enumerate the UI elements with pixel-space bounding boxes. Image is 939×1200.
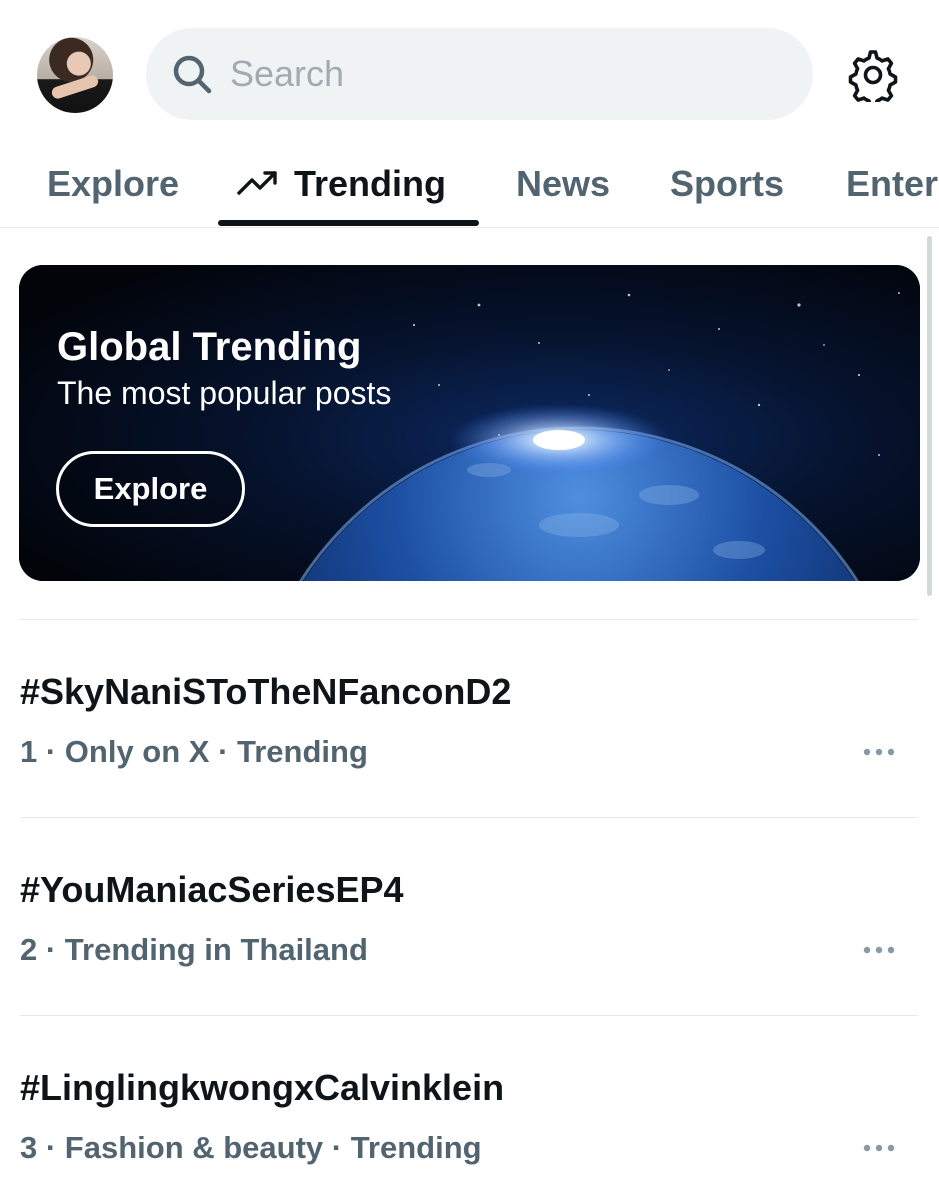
search-icon: [173, 55, 212, 94]
profile-avatar[interactable]: [37, 37, 113, 113]
trend-item[interactable]: #SkyNaniSToTheNFanconD2 1 · Only on X · …: [0, 620, 939, 817]
scrollbar[interactable]: [927, 236, 932, 596]
trend-hashtag[interactable]: #YouManiacSeriesEP4: [20, 868, 404, 912]
top-bar: Search: [0, 0, 939, 140]
explore-tabs: Explore Trending News Sports Enter: [0, 140, 939, 228]
trend-item[interactable]: #LinglingkwongxCalvinklein 3 · Fashion &…: [0, 1016, 939, 1200]
trend-hashtag[interactable]: #SkyNaniSToTheNFanconD2: [20, 670, 511, 714]
banner-explore-button[interactable]: Explore: [56, 451, 245, 527]
global-trending-banner[interactable]: Global Trending The most popular posts E…: [19, 265, 920, 581]
tab-label: Sports: [670, 163, 785, 204]
active-tab-indicator: [218, 220, 479, 226]
banner-subtitle: The most popular posts: [57, 375, 392, 411]
trend-hashtag[interactable]: #LinglingkwongxCalvinklein: [20, 1066, 504, 1110]
search-input[interactable]: Search: [230, 54, 344, 94]
tab-label: Trending: [294, 163, 446, 204]
tab-explore[interactable]: Explore: [47, 154, 179, 214]
tab-news[interactable]: News: [516, 154, 610, 214]
gear-icon[interactable]: [846, 48, 900, 102]
tab-trending[interactable]: Trending: [236, 154, 446, 214]
trend-meta: 2 · Trending in Thailand: [20, 932, 368, 967]
search-box[interactable]: Search: [146, 28, 813, 120]
trend-item[interactable]: #YouManiacSeriesEP4 2 · Trending in Thai…: [0, 818, 939, 1015]
trend-meta: 1 · Only on X · Trending: [20, 734, 368, 769]
more-options-icon[interactable]: [858, 742, 904, 762]
more-options-icon[interactable]: [858, 1138, 904, 1158]
earth-space-image: [19, 265, 920, 581]
trend-meta: 3 · Fashion & beauty · Trending: [20, 1130, 482, 1165]
more-options-icon[interactable]: [858, 940, 904, 960]
tab-label: News: [516, 163, 611, 204]
tab-label: Enter: [846, 163, 939, 204]
banner-title: Global Trending: [57, 325, 362, 369]
trending-up-icon: [237, 171, 277, 195]
tab-label: Explore: [47, 163, 180, 204]
tab-entertainment[interactable]: Enter: [846, 154, 938, 214]
tab-sports[interactable]: Sports: [670, 154, 784, 214]
